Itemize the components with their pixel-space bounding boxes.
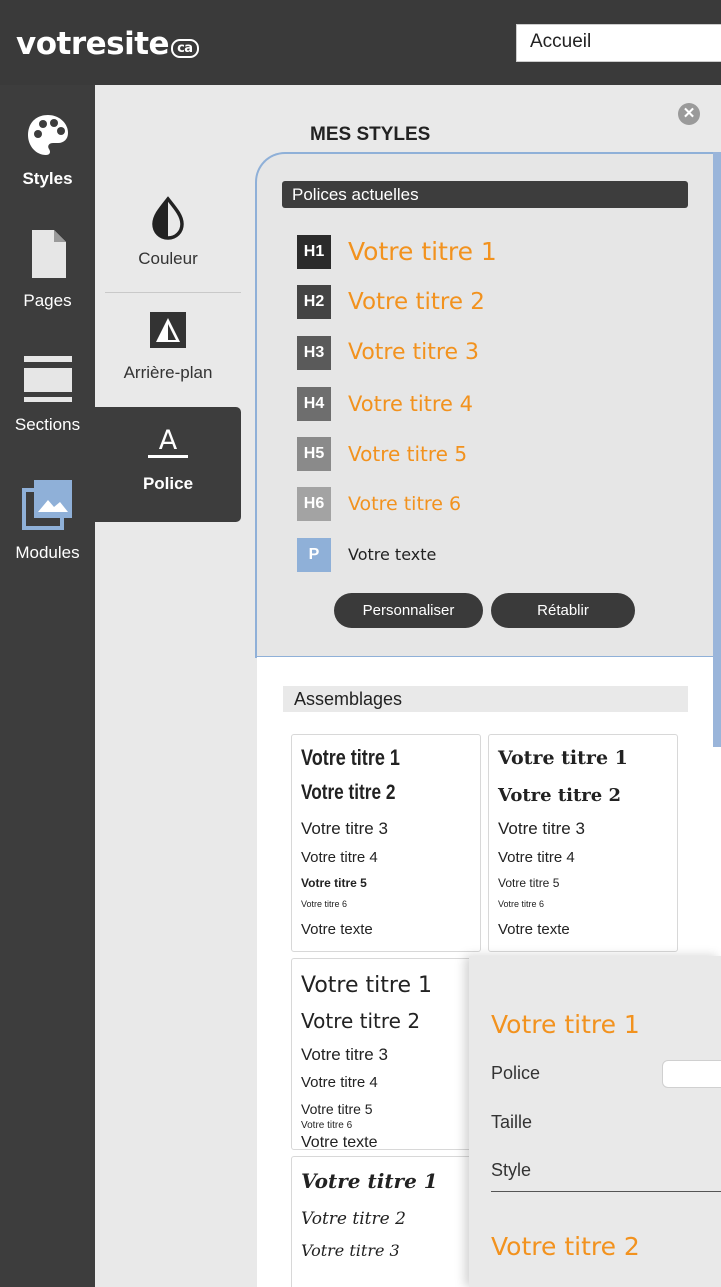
logo-tld: ca bbox=[171, 39, 199, 58]
card2-text: Votre texte bbox=[498, 921, 570, 938]
sections-icon bbox=[0, 354, 95, 409]
h1-badge: H1 bbox=[297, 235, 331, 269]
card2-title2: Votre titre 2 bbox=[498, 785, 622, 806]
rail-label-pages: Pages bbox=[23, 291, 72, 310]
top-bar: votresite ca Accueil bbox=[0, 0, 721, 85]
editor-police-label: Police bbox=[491, 1063, 541, 1083]
h4-text: Votre titre 4 bbox=[348, 392, 474, 416]
card2-title3: Votre titre 3 bbox=[498, 819, 585, 838]
assemblages-header: Assemblages bbox=[283, 686, 688, 712]
h2-text: Votre titre 2 bbox=[348, 289, 485, 315]
card1-title5: Votre titre 5 bbox=[301, 876, 367, 890]
rail-item-styles[interactable]: Styles bbox=[0, 112, 95, 189]
assemblage-card-4[interactable]: Votre titre 1 Votre titre 2 Votre titre … bbox=[291, 1156, 481, 1287]
p-text: Votre texte bbox=[348, 545, 437, 564]
subnav-item-police[interactable]: A Police bbox=[95, 407, 241, 522]
h5-badge: H5 bbox=[297, 437, 331, 471]
h6-badge: H6 bbox=[297, 487, 331, 521]
editor-taille-label: Taille bbox=[491, 1112, 533, 1132]
card2-title4: Votre titre 4 bbox=[498, 849, 575, 866]
subnav-item-arriere-plan[interactable]: Arrière-plan bbox=[95, 310, 241, 402]
current-fonts-header: Polices actuelles bbox=[282, 181, 688, 208]
page-icon bbox=[0, 228, 95, 285]
subnav-divider bbox=[105, 292, 241, 293]
subnav-item-couleur[interactable]: Couleur bbox=[95, 196, 241, 286]
card1-title4: Votre titre 4 bbox=[301, 849, 378, 866]
h5-text: Votre titre 5 bbox=[348, 442, 468, 466]
background-icon bbox=[148, 310, 188, 355]
logo-text: votresite bbox=[16, 26, 170, 62]
image-icon bbox=[0, 476, 95, 537]
subnav-label-police: Police bbox=[142, 474, 194, 493]
h1-text: Votre titre 1 bbox=[348, 237, 497, 266]
h2-badge: H2 bbox=[297, 285, 331, 319]
subnav-label-couleur: Couleur bbox=[138, 249, 198, 268]
rail-label-sections: Sections bbox=[14, 415, 81, 434]
color-drop-icon bbox=[150, 196, 186, 245]
card1-title6: Votre titre 6 bbox=[301, 899, 348, 909]
card2-title5: Votre titre 5 bbox=[498, 876, 560, 890]
h6-text: Votre titre 6 bbox=[348, 493, 462, 515]
card3-title1: Votre titre 1 bbox=[301, 973, 432, 998]
assemblage-card-2[interactable]: Votre titre 1 Votre titre 2 Votre titre … bbox=[488, 734, 678, 952]
card3-title6: Votre titre 6 bbox=[301, 1120, 353, 1131]
card1-title1: Votre titre 1 bbox=[301, 745, 400, 770]
logo[interactable]: votresite ca bbox=[16, 26, 199, 62]
h3-badge: H3 bbox=[297, 336, 331, 370]
card2-title6: Votre titre 6 bbox=[498, 899, 545, 909]
card3-text: Votre texte bbox=[301, 1134, 378, 1151]
rail-item-modules[interactable]: Modules bbox=[0, 476, 95, 563]
rail-item-pages[interactable]: Pages bbox=[0, 228, 95, 311]
scrollbar-thumb[interactable] bbox=[713, 152, 721, 747]
rail-label-modules: Modules bbox=[15, 543, 80, 562]
card1-title3: Votre titre 3 bbox=[301, 819, 388, 838]
page-select[interactable]: Accueil bbox=[516, 24, 721, 62]
palette-icon bbox=[0, 112, 95, 163]
panel-title: MES STYLES bbox=[310, 124, 431, 145]
p-badge: P bbox=[297, 538, 331, 572]
editor-heading1: Votre titre 1 bbox=[491, 1010, 640, 1039]
card1-title2: Votre titre 2 bbox=[301, 781, 396, 804]
subnav-label-arriere-plan: Arrière-plan bbox=[123, 363, 213, 382]
card4-title1: Votre titre 1 bbox=[301, 1169, 438, 1193]
card3-title2: Votre titre 2 bbox=[301, 1009, 421, 1033]
customize-button[interactable]: Personnaliser bbox=[334, 593, 483, 628]
police-input[interactable] bbox=[662, 1060, 721, 1088]
font-icon: A bbox=[148, 427, 188, 458]
card3-title4: Votre titre 4 bbox=[301, 1074, 378, 1091]
card3-title5: Votre titre 5 bbox=[301, 1101, 373, 1117]
assemblage-card-3[interactable]: Votre titre 1 Votre titre 2 Votre titre … bbox=[291, 958, 481, 1151]
font-editor-popover: Votre titre 1 Police Taille Style Votre … bbox=[469, 956, 721, 1287]
editor-heading2: Votre titre 2 bbox=[491, 1232, 640, 1261]
card2-title1: Votre titre 1 bbox=[498, 747, 628, 769]
editor-divider bbox=[491, 1191, 721, 1192]
rail-label-styles: Styles bbox=[22, 169, 73, 188]
card3-title3: Votre titre 3 bbox=[301, 1045, 388, 1064]
assemblage-card-1[interactable]: Votre titre 1 Votre titre 2 Votre titre … bbox=[291, 734, 481, 952]
close-button[interactable]: ✕ bbox=[678, 103, 700, 125]
reset-button[interactable]: Rétablir bbox=[491, 593, 635, 628]
rail-item-sections[interactable]: Sections bbox=[0, 354, 95, 435]
h3-text: Votre titre 3 bbox=[348, 340, 479, 365]
editor-style-label: Style bbox=[491, 1160, 532, 1180]
card4-title2: Votre titre 2 bbox=[301, 1209, 406, 1229]
h4-badge: H4 bbox=[297, 387, 331, 421]
card1-text: Votre texte bbox=[301, 921, 373, 938]
card4-title3: Votre titre 3 bbox=[301, 1241, 400, 1260]
